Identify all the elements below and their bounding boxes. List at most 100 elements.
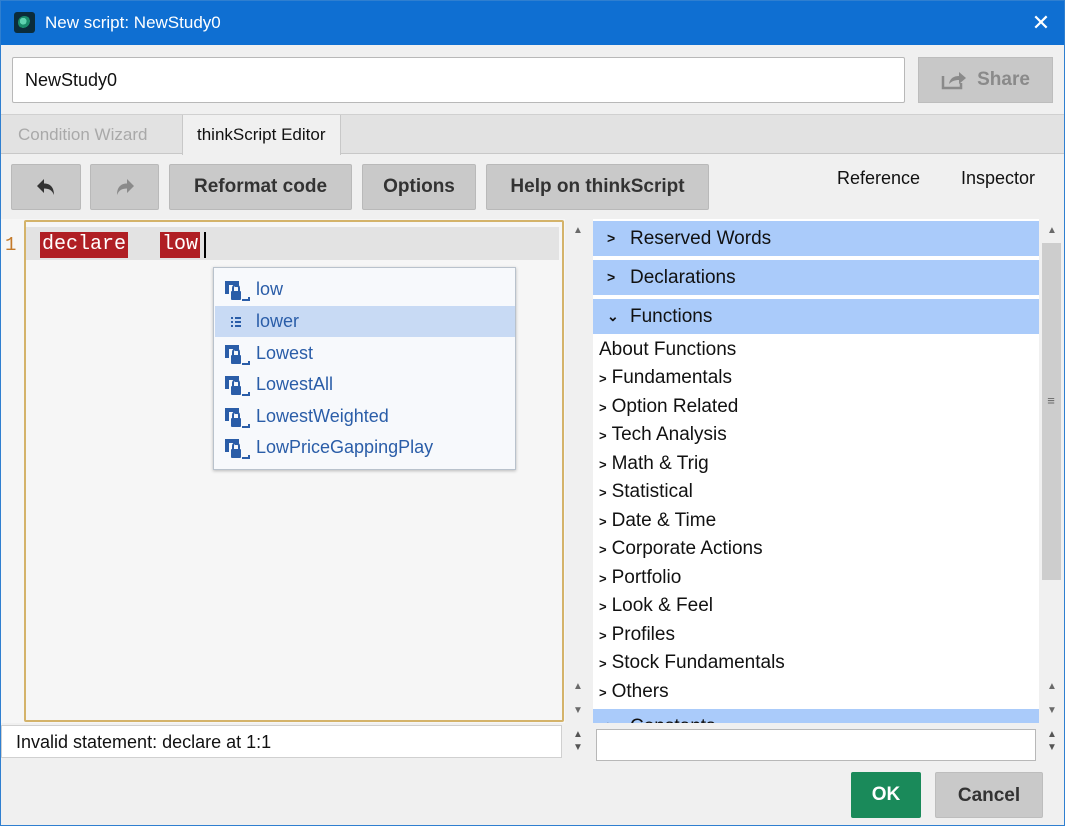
list-icon <box>222 310 252 334</box>
chevron-right-icon: > <box>599 485 607 500</box>
scroll-up-icon[interactable]: ▲ <box>565 679 591 695</box>
tree-node-statistical[interactable]: > Statistical <box>599 481 693 503</box>
scroll-down-icon[interactable]: ▼ <box>1042 741 1062 754</box>
reference-scrollbar[interactable]: ▲ ≡ ▲ ▼ <box>1040 219 1064 723</box>
reference-spinner[interactable]: ▲ ▼ <box>1042 725 1062 758</box>
tree-node-portfolio[interactable]: > Portfolio <box>599 567 681 589</box>
section-functions[interactable]: ⌄ Functions <box>593 299 1039 334</box>
chevron-right-icon: > <box>599 542 607 557</box>
undo-button[interactable] <box>11 164 81 210</box>
tree-node-look-feel[interactable]: > Look & Feel <box>599 595 713 617</box>
share-button[interactable]: Share <box>918 57 1053 103</box>
chevron-right-icon: > <box>599 599 607 614</box>
tab-inspector[interactable]: Inspector <box>961 168 1035 189</box>
tree-node-option-related[interactable]: > Option Related <box>599 396 738 418</box>
chevron-right-icon: > <box>607 230 616 246</box>
line-gutter <box>1 219 24 723</box>
tree-node-math-trig[interactable]: > Math & Trig <box>599 453 709 475</box>
chevron-right-icon: > <box>599 571 607 586</box>
reference-search-input[interactable] <box>596 729 1036 761</box>
about-functions-link[interactable]: About Functions <box>599 339 736 361</box>
tree-node-others[interactable]: > Others <box>599 681 669 703</box>
chevron-right-icon: > <box>599 685 607 700</box>
script-name-input[interactable]: NewStudy0 <box>12 57 905 103</box>
redo-icon <box>116 179 134 195</box>
autocomplete-label: LowPriceGappingPlay <box>256 437 434 457</box>
autocomplete-label: lower <box>256 311 300 331</box>
tree-node-fundamentals[interactable]: > Fundamentals <box>599 367 732 389</box>
chevron-right-icon: > <box>599 457 607 472</box>
scroll-up-icon[interactable]: ▲ <box>1040 679 1064 695</box>
chevron-right-icon: > <box>607 709 615 723</box>
autocomplete-item[interactable]: low <box>215 274 515 305</box>
scroll-up-icon[interactable]: ▲ <box>566 728 590 741</box>
thinkorswim-icon <box>14 12 35 33</box>
code-token-low: low <box>160 232 201 258</box>
options-button[interactable]: Options <box>362 164 476 210</box>
autocomplete-item[interactable]: LowestWeighted <box>215 401 515 432</box>
chevron-down-icon: ⌄ <box>607 308 619 324</box>
function-lock-icon <box>222 278 252 302</box>
chevron-right-icon: > <box>599 628 607 643</box>
tree-node-stock-fundamentals[interactable]: > Stock Fundamentals <box>599 652 785 674</box>
redo-button[interactable] <box>90 164 159 210</box>
scroll-grip-icon: ≡ <box>1047 393 1055 408</box>
function-lock-icon <box>222 342 252 366</box>
tab-bar: Condition Wizard thinkScript Editor <box>1 114 1064 155</box>
tab-reference[interactable]: Reference <box>837 168 920 189</box>
tree-node-profiles[interactable]: > Profiles <box>599 624 675 646</box>
reformat-code-button[interactable]: Reformat code <box>169 164 352 210</box>
scroll-up-icon[interactable]: ▲ <box>565 223 591 239</box>
chevron-right-icon: > <box>599 371 607 386</box>
section-constants[interactable]: > Constants <box>593 709 1039 723</box>
help-on-thinkscript-button[interactable]: Help on thinkScript <box>486 164 709 210</box>
chevron-right-icon: > <box>599 400 607 415</box>
reference-panel: > Reserved Words > Declarations ⌄ Functi… <box>593 219 1039 723</box>
window-title: New script: NewStudy0 <box>45 13 221 32</box>
text-caret <box>204 232 206 258</box>
editor-scrollbar[interactable]: ▲ ▲ ▼ <box>565 219 591 723</box>
tree-node-date-time[interactable]: > Date & Time <box>599 510 716 532</box>
title-bar: New script: NewStudy0 ✕ <box>1 1 1064 45</box>
status-spinner[interactable]: ▲ ▼ <box>566 725 590 758</box>
function-lock-icon <box>222 405 252 429</box>
scroll-down-icon[interactable]: ▼ <box>565 703 591 719</box>
close-button[interactable]: ✕ <box>1019 1 1063 45</box>
scroll-thumb[interactable] <box>1042 243 1061 580</box>
autocomplete-item[interactable]: LowestAll <box>215 369 515 400</box>
autocomplete-popup: low lower Lowest LowestAll LowestWeighte… <box>213 267 516 470</box>
tree-node-tech-analysis[interactable]: > Tech Analysis <box>599 424 727 446</box>
function-lock-icon <box>222 373 252 397</box>
line-number: 1 <box>5 234 17 256</box>
section-reserved-words[interactable]: > Reserved Words <box>593 221 1039 256</box>
autocomplete-label: LowestWeighted <box>256 406 389 426</box>
share-label: Share <box>977 69 1030 90</box>
scroll-down-icon[interactable]: ▼ <box>1040 703 1064 719</box>
chevron-right-icon: > <box>599 514 607 529</box>
autocomplete-label: Lowest <box>256 343 314 363</box>
tab-thinkscript-editor[interactable]: thinkScript Editor <box>182 115 341 155</box>
autocomplete-item-selected[interactable]: lower <box>215 306 515 337</box>
autocomplete-item[interactable]: Lowest <box>215 338 515 369</box>
share-icon <box>941 70 967 90</box>
autocomplete-label: low <box>256 279 284 299</box>
autocomplete-label: LowestAll <box>256 374 334 394</box>
scroll-up-icon[interactable]: ▲ <box>1040 223 1064 239</box>
function-lock-icon <box>222 436 252 460</box>
tab-condition-wizard[interactable]: Condition Wizard <box>4 115 161 154</box>
status-message: Invalid statement: declare at 1:1 <box>1 725 562 758</box>
ok-button[interactable]: OK <box>851 772 921 818</box>
code-token-declare: declare <box>40 232 129 258</box>
section-declarations[interactable]: > Declarations <box>593 260 1039 295</box>
chevron-right-icon: > <box>599 428 607 443</box>
close-icon: ✕ <box>1031 10 1051 35</box>
undo-icon <box>37 179 54 195</box>
dialog-window: New script: NewStudy0 ✕ NewStudy0 Share … <box>0 0 1065 826</box>
chevron-right-icon: > <box>599 656 607 671</box>
autocomplete-item[interactable]: LowPriceGappingPlay <box>215 432 515 463</box>
tree-node-corporate-actions[interactable]: > Corporate Actions <box>599 538 763 560</box>
scroll-up-icon[interactable]: ▲ <box>1042 728 1062 741</box>
scroll-down-icon[interactable]: ▼ <box>566 741 590 754</box>
cancel-button[interactable]: Cancel <box>935 772 1043 818</box>
chevron-right-icon: > <box>607 269 616 285</box>
